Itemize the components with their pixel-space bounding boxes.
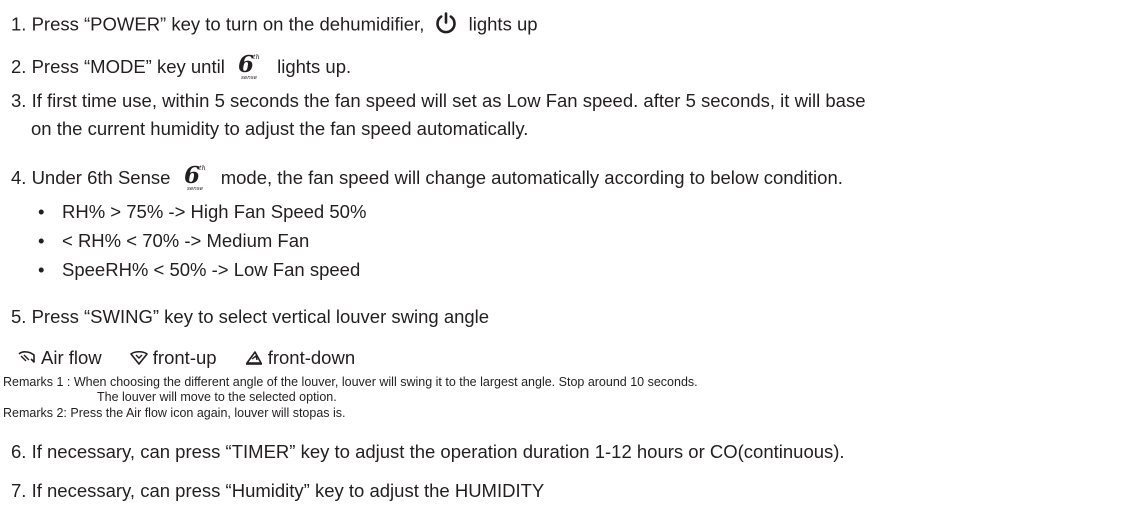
step-3-line-2: on the current humidity to adjust the fa…: [31, 118, 529, 139]
step-4: 4. Under 6th Sense 6 th sense mode, the …: [11, 162, 843, 192]
swing-option-label: Air flow: [41, 347, 102, 368]
power-icon: [435, 12, 457, 39]
step-6: 6. If necessary, can press “TIMER” key t…: [11, 441, 845, 462]
sixth-sense-icon: 6 th sense: [236, 51, 264, 81]
front-down-swing-icon: [244, 347, 268, 368]
sense-sup: th: [199, 164, 206, 172]
step-2-suffix: lights up.: [277, 56, 352, 77]
air-flow-swing-icon: [17, 347, 41, 368]
remark-2: Remarks 2: Press the Air flow icon again…: [3, 406, 346, 420]
instruction-page: 1. Press “POWER” key to turn on the dehu…: [0, 0, 1144, 514]
sense-sub: sense: [241, 75, 258, 81]
swing-option-front-up: front-up: [129, 347, 217, 369]
list-item: • RH% > 75% -> High Fan Speed 50%: [38, 201, 366, 223]
swing-option-label: front-down: [267, 347, 356, 368]
sense-digit: 6: [184, 162, 200, 189]
remark-1-line-1: Remarks 1 : When choosing the different …: [3, 375, 698, 389]
sense-sub: sense: [187, 186, 204, 192]
sixth-sense-icon: 6 th sense: [182, 162, 210, 192]
swing-option-front-down: front-down: [244, 347, 355, 369]
step-1-text: 1. Press “POWER” key to turn on the dehu…: [11, 13, 425, 35]
bullet-text: SpeeRH% < 50% -> Low Fan speed: [62, 259, 361, 280]
step-7: 7. If necessary, can press “Humidity” ke…: [11, 480, 545, 501]
step-1-suffix: lights up: [468, 13, 538, 35]
sense-sup: th: [253, 53, 260, 61]
sense-digit: 6: [238, 51, 254, 78]
swing-options: Air flow front-up front-down: [17, 347, 377, 369]
bullet-dot: •: [38, 230, 45, 251]
swing-option-label: front-up: [152, 347, 217, 368]
list-item: • < RH% < 70% -> Medium Fan: [38, 230, 309, 252]
step-3-line-1: 3. If first time use, within 5 seconds t…: [11, 90, 866, 111]
front-up-swing-icon: [129, 347, 153, 368]
step-4-text: 4. Under 6th Sense: [11, 167, 171, 188]
step-4-suffix: mode, the fan speed will change automati…: [220, 167, 843, 188]
bullet-text: RH% > 75% -> High Fan Speed 50%: [62, 201, 367, 222]
remark-1-line-2: The louver will move to the selected opt…: [97, 390, 337, 404]
step-2: 2. Press “MODE” key until 6 th sense lig…: [11, 51, 351, 81]
bullet-text: < RH% < 70% -> Medium Fan: [62, 230, 310, 251]
bullet-dot: •: [38, 259, 45, 280]
swing-option-air-flow: Air flow: [17, 347, 102, 369]
bullet-dot: •: [38, 201, 45, 222]
step-2-text: 2. Press “MODE” key until: [11, 56, 225, 77]
step-5: 5. Press “SWING” key to select vertical …: [11, 306, 490, 327]
list-item: • SpeeRH% < 50% -> Low Fan speed: [38, 259, 360, 281]
step-1: 1. Press “POWER” key to turn on the dehu…: [11, 12, 538, 39]
